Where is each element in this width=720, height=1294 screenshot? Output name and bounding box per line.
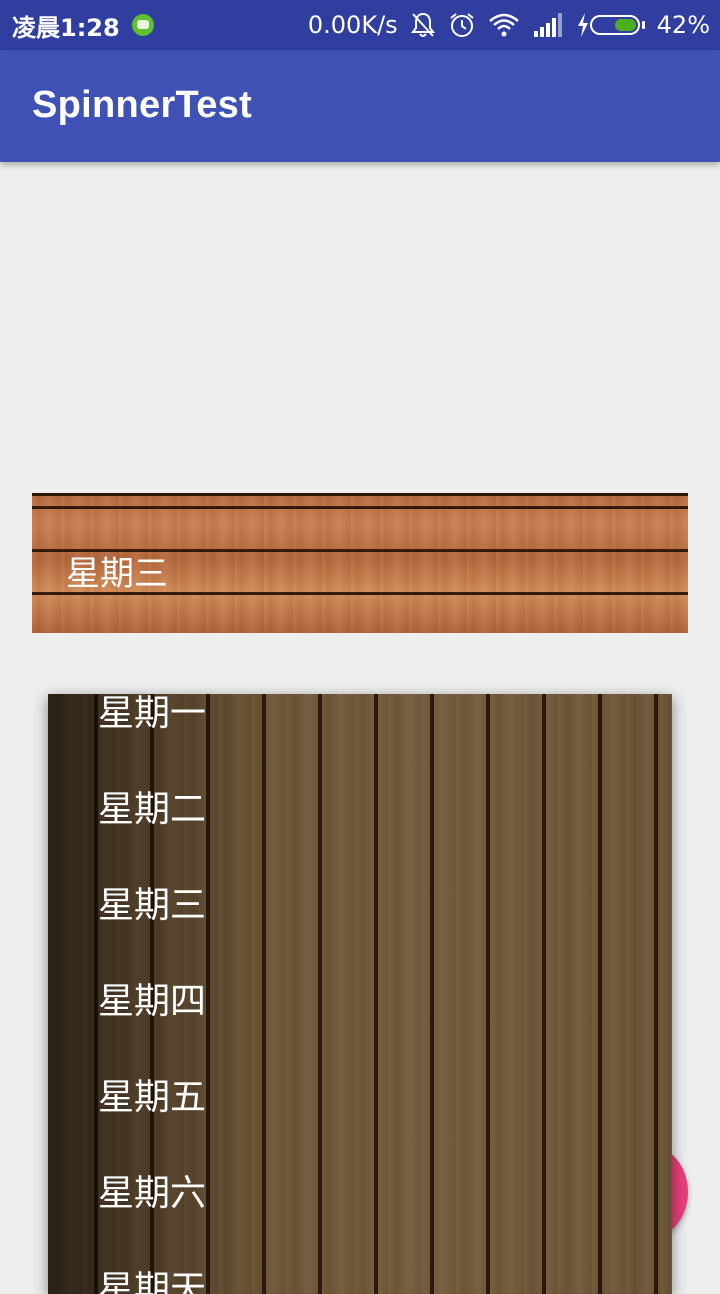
dropdown-item[interactable]: 星期五 [48,1050,672,1146]
dropdown-item[interactable]: 星期二 [48,762,672,858]
charging-icon [576,13,590,37]
dropdown-item[interactable]: 星期六 [48,1146,672,1242]
app-bar: SpinnerTest [0,50,720,162]
app-title: SpinnerTest [32,84,253,126]
status-time: 凌晨1:28 [12,13,120,42]
wifi-icon [488,12,520,38]
status-bar: 凌晨1:28 0.00K/s 42% [0,0,720,50]
status-bar-right: 0.00K/s 42% [308,11,710,39]
battery-fill [614,19,636,31]
signal-icon [532,13,564,37]
spinner-selected-value: 星期三 [66,554,168,594]
dropdown-item[interactable]: 星期三 [48,858,672,954]
battery-icon [589,15,640,35]
spinner-dropdown: 星期一 星期二 星期三 星期四 星期五 星期六 星期天 [48,694,672,1294]
alarm-icon [448,11,476,39]
status-bar-left: 凌晨1:28 [12,8,154,43]
battery-percent: 42% [656,11,710,39]
network-speed: 0.00K/s [307,11,398,39]
day-spinner[interactable]: 星期三 [32,493,688,633]
dropdown-list: 星期一 星期二 星期三 星期四 星期五 星期六 星期天 [48,694,672,1294]
dropdown-item[interactable]: 星期天 [48,1242,672,1294]
dropdown-item[interactable]: 星期四 [48,954,672,1050]
battery-indicator [576,13,645,37]
app-notification-icon [131,14,154,36]
battery-tip [641,21,645,29]
dropdown-item[interactable]: 星期一 [48,694,672,762]
mute-bell-icon [410,11,436,39]
